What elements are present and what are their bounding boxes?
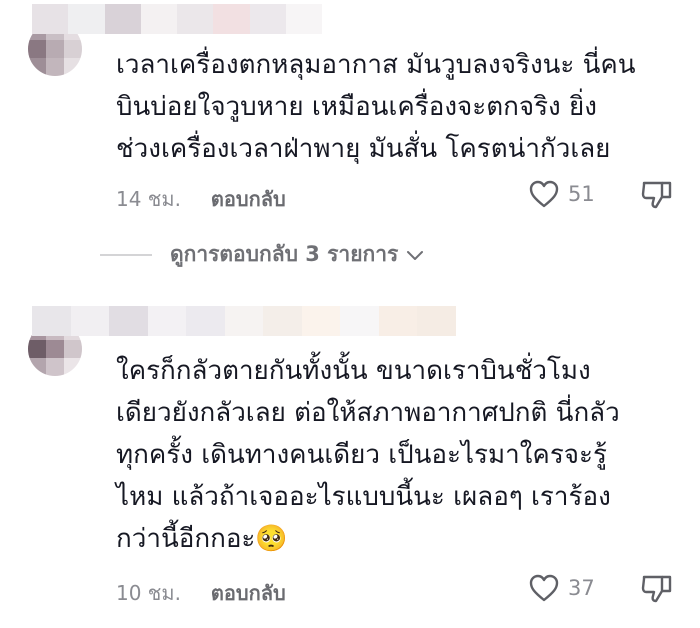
comment-time: 14 ชม. xyxy=(116,187,181,211)
comment-line: ทุกครั้ง เดินทางคนเดียว เป็นอะไรมาใครจะร… xyxy=(116,440,607,470)
comment-line: ใครก็กลัวตายกันทั้งนั้น ขนาดเราบินชั่วโม… xyxy=(116,356,591,386)
view-replies-button[interactable]: ดูการตอบกลับ 3 รายการ xyxy=(100,238,424,271)
comment-line: ช่วงเครื่องเวลาฝ่าพายุ มันสั่น โครตน่ากั… xyxy=(116,134,611,164)
heart-outline-icon xyxy=(529,574,559,602)
comment-line: บินบ่อยใจวูบหาย เหมือนเครื่องจะตกจริง ยิ… xyxy=(116,92,597,122)
username-blurred[interactable] xyxy=(32,4,322,34)
comment-line: ไหม แล้วถ้าเจออะไรแบบนี้นะ เผลอๆ เราร้อง xyxy=(116,482,611,512)
comment-text: เวลาเครื่องตกหลุมอากาส มันวูบลงจริงนะ นี… xyxy=(116,44,636,170)
comment-time: 10 ชม. xyxy=(116,581,181,605)
comment-line: เวลาเครื่องตกหลุมอากาส มันวูบลงจริงนะ นี… xyxy=(116,50,636,80)
comment-line: เดียวยังกลัวเลย ต่อให้สภาพอากาศปกติ นี่ก… xyxy=(116,398,620,428)
comment-line: กว่านี้อีกกอะ🥺 xyxy=(116,524,288,554)
thumbs-down-outline-icon[interactable] xyxy=(640,177,674,211)
like-button[interactable]: 51 xyxy=(528,179,595,209)
comment-meta: 10 ชม. ตอบกลับ xyxy=(116,577,286,609)
like-button[interactable]: 37 xyxy=(528,573,595,603)
view-replies-label: ดูการตอบกลับ 3 รายการ xyxy=(170,242,399,266)
divider-line xyxy=(100,253,152,256)
comment-meta: 14 ชม. ตอบกลับ xyxy=(116,183,286,215)
reply-button[interactable]: ตอบกลับ xyxy=(211,577,286,609)
heart-outline-icon xyxy=(529,180,559,208)
reply-button[interactable]: ตอบกลับ xyxy=(211,183,286,215)
comment-text: ใครก็กลัวตายกันทั้งนั้น ขนาดเราบินชั่วโม… xyxy=(116,350,620,560)
chevron-down-icon xyxy=(407,250,424,260)
like-count: 51 xyxy=(568,182,595,206)
like-count: 37 xyxy=(568,576,595,600)
username-blurred[interactable] xyxy=(32,306,456,336)
thumbs-down-outline-icon[interactable] xyxy=(640,571,674,605)
